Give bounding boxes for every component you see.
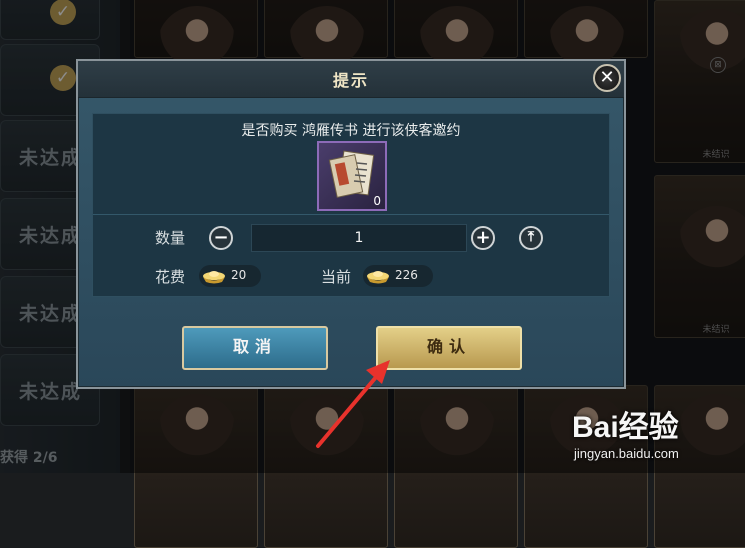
decrease-button[interactable]: − — [209, 226, 233, 250]
quantity-label: 数量 — [155, 229, 186, 247]
cost-label: 花费 — [155, 268, 186, 286]
plus-icon: + — [475, 227, 491, 248]
divider — [93, 214, 609, 215]
watermark-brand: Bai经验 — [572, 411, 679, 444]
item-count: 0 — [373, 194, 381, 208]
item-slot[interactable]: 0 — [317, 141, 387, 211]
current-display: 226 — [363, 265, 433, 287]
purchase-dialog: 提示 ✕ 是否购买 鸿雁传书 进行该侠客邀约 0 数量 − 1 + ⤒ 花费 2… — [76, 59, 626, 389]
close-icon: ✕ — [599, 67, 615, 88]
increase-button[interactable]: + — [471, 226, 495, 250]
scroll-letter-icon — [328, 150, 375, 198]
purchase-question: 是否购买 鸿雁传书 进行该侠客邀约 — [241, 123, 461, 139]
current-value: 226 — [395, 268, 418, 282]
max-arrow-icon: ⤒ — [527, 229, 535, 245]
close-button[interactable]: ✕ — [593, 64, 621, 92]
quantity-input[interactable]: 1 — [251, 224, 467, 252]
cost-value: 20 — [231, 268, 247, 282]
annotation-arrow-icon — [316, 360, 390, 448]
max-button[interactable]: ⤒ — [519, 226, 543, 250]
watermark-url: jingyan.baidu.com — [574, 446, 679, 461]
dialog-header: 提示 ✕ — [78, 61, 624, 98]
current-label: 当前 — [321, 268, 352, 286]
watermark: Bai经验 jingyan.baidu.com — [568, 400, 743, 470]
minus-icon: − — [213, 227, 229, 248]
dialog-title: 提示 — [332, 71, 369, 90]
gold-ingot-icon — [367, 271, 389, 284]
gold-ingot-icon — [203, 271, 225, 284]
cost-display: 20 — [199, 265, 261, 287]
dialog-content-panel: 是否购买 鸿雁传书 进行该侠客邀约 0 数量 − 1 + ⤒ 花费 20 当前 … — [92, 113, 610, 297]
